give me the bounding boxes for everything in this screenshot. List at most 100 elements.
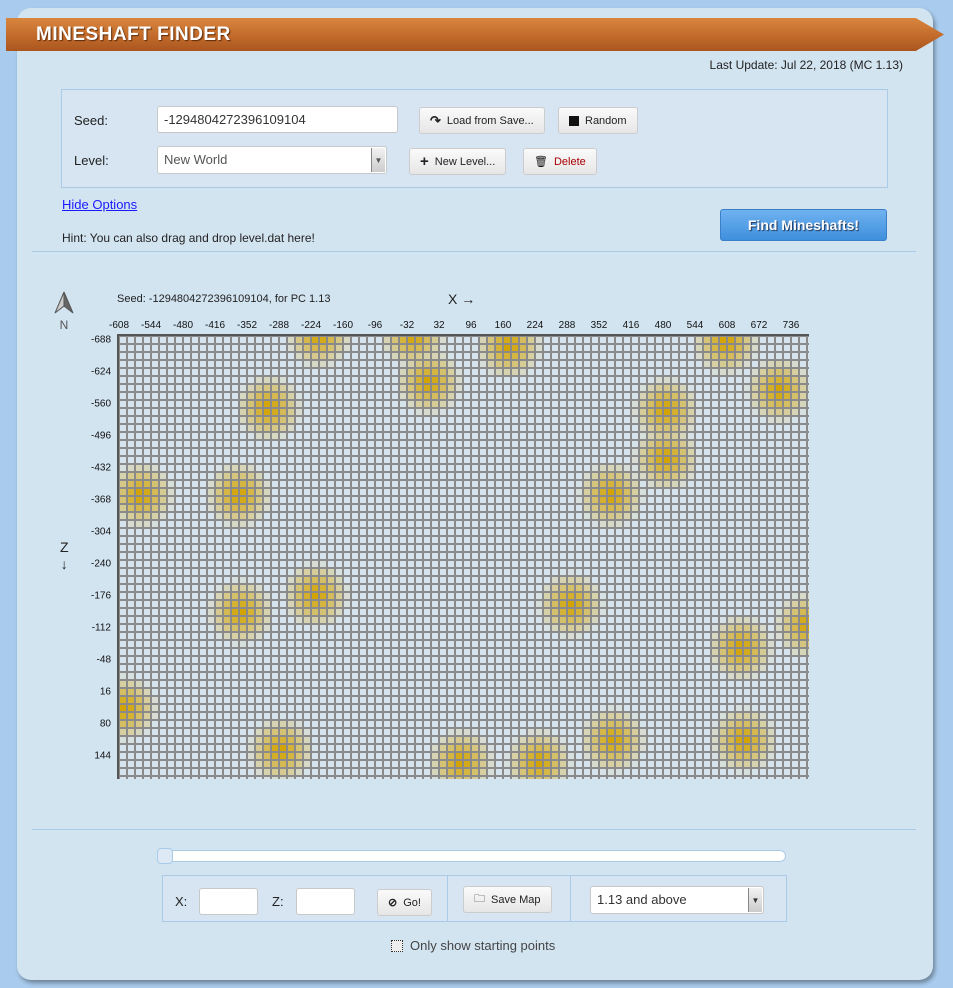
- map-cell: [312, 433, 318, 439]
- random-button[interactable]: Random: [558, 107, 638, 134]
- checkbox[interactable]: [391, 939, 403, 952]
- map-cell: [264, 521, 270, 527]
- map-cell: [336, 705, 342, 711]
- map-cell: [176, 417, 182, 423]
- map-cell: [552, 337, 558, 343]
- map-cell: [224, 337, 230, 343]
- mineshaft-map[interactable]: [117, 334, 809, 779]
- map-cell: [696, 761, 702, 767]
- mineshaft-cell: [240, 417, 246, 423]
- map-cell: [216, 641, 222, 647]
- map-cell: [520, 617, 526, 623]
- map-cell: [544, 345, 550, 351]
- map-cell: [648, 609, 654, 615]
- map-cell: [144, 617, 150, 623]
- plus-icon: +: [420, 153, 429, 170]
- map-cell: [464, 601, 470, 607]
- map-cell: [736, 529, 742, 535]
- map-cell: [752, 777, 758, 779]
- hide-options-link[interactable]: Hide Options: [62, 197, 137, 212]
- mineshaft-cell: [752, 721, 758, 727]
- go-button[interactable]: ⊘ Go!: [377, 889, 432, 916]
- map-cell: [480, 673, 486, 679]
- mineshaft-cell: [136, 465, 142, 471]
- map-cell: [664, 617, 670, 623]
- z-input[interactable]: [296, 888, 355, 915]
- load-from-save-button[interactable]: ↷ Load from Save...: [419, 107, 545, 134]
- map-cell: [408, 457, 414, 463]
- map-cell: [784, 705, 790, 711]
- mineshaft-cell: [240, 625, 246, 631]
- map-cell: [784, 465, 790, 471]
- map-cell: [696, 721, 702, 727]
- zoom-slider[interactable]: [157, 848, 786, 864]
- delete-button[interactable]: 🗑 Delete: [523, 148, 597, 175]
- mineshaft-cell: [304, 625, 310, 631]
- map-cell: [240, 553, 246, 559]
- map-cell: [512, 529, 518, 535]
- map-cell: [616, 401, 622, 407]
- find-mineshafts-button[interactable]: Find Mineshafts!: [720, 209, 887, 241]
- map-cell: [520, 569, 526, 575]
- mineshaft-cell: [752, 625, 758, 631]
- map-cell: [232, 449, 238, 455]
- slider-handle[interactable]: [157, 848, 173, 864]
- map-cell: [632, 777, 638, 779]
- map-cell: [392, 673, 398, 679]
- mineshaft-cell: [248, 593, 254, 599]
- mineshaft-cell: [808, 593, 809, 599]
- mineshaft-cell: [632, 481, 638, 487]
- map-cell: [464, 681, 470, 687]
- map-cell: [488, 689, 494, 695]
- new-level-button[interactable]: + New Level...: [409, 148, 507, 175]
- map-cell: [168, 769, 174, 775]
- map-cell: [752, 505, 758, 511]
- map-cell: [576, 417, 582, 423]
- save-map-button[interactable]: 🗀 Save Map: [463, 886, 552, 913]
- map-cell: [144, 625, 150, 631]
- map-cell: [176, 689, 182, 695]
- map-cell: [560, 713, 566, 719]
- mineshaft-cell: [296, 401, 302, 407]
- mineshaft-cell: [272, 745, 278, 751]
- map-cell: [480, 449, 486, 455]
- map-cell: [288, 433, 294, 439]
- map-cell: [608, 561, 614, 567]
- map-cell: [552, 417, 558, 423]
- map-cell: [552, 473, 558, 479]
- map-cell: [696, 385, 702, 391]
- map-cell: [480, 641, 486, 647]
- mineshaft-cell: [288, 577, 294, 583]
- x-input[interactable]: [199, 888, 258, 915]
- level-select[interactable]: New World ▼: [157, 146, 387, 174]
- only-starting-points-option[interactable]: Only show starting points: [391, 938, 555, 953]
- map-cell: [472, 569, 478, 575]
- map-cell: [784, 753, 790, 759]
- map-cell: [456, 425, 462, 431]
- mineshaft-cell: [512, 753, 518, 759]
- map-cell: [744, 425, 750, 431]
- map-cell: [704, 561, 710, 567]
- mineshaft-cell: [256, 505, 262, 511]
- map-cell: [624, 569, 630, 575]
- map-cell: [808, 513, 809, 519]
- map-cell: [184, 705, 190, 711]
- map-cell: [336, 745, 342, 751]
- map-cell: [664, 545, 670, 551]
- seed-input[interactable]: -1294804272396109104: [157, 106, 398, 133]
- mineshaft-cell: [472, 753, 478, 759]
- map-cell: [688, 545, 694, 551]
- map-cell: [696, 577, 702, 583]
- map-cell: [272, 601, 278, 607]
- map-cell: [272, 713, 278, 719]
- mineshaft-cell: [496, 353, 502, 359]
- map-cell: [432, 657, 438, 663]
- map-cell: [352, 577, 358, 583]
- map-cell: [304, 689, 310, 695]
- version-select[interactable]: 1.13 and above ▼: [590, 886, 764, 914]
- mineshaft-cell: [224, 481, 230, 487]
- map-cell: [664, 681, 670, 687]
- map-cell: [232, 345, 238, 351]
- mineshaft-cell: [600, 593, 606, 599]
- map-cell: [312, 769, 318, 775]
